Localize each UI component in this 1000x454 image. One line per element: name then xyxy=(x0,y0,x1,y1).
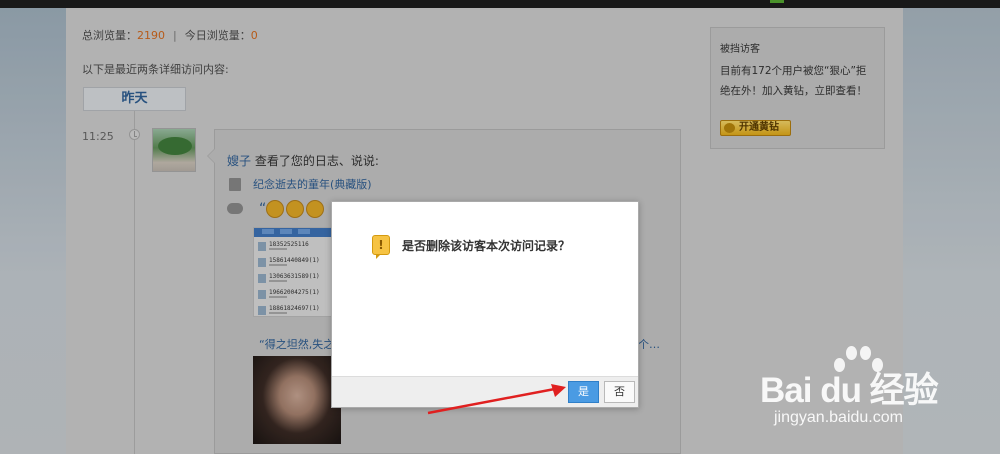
warning-icon: ! xyxy=(372,235,390,259)
confirm-no-button[interactable]: 否 xyxy=(604,381,635,403)
dialog-message: 是否删除该访客本次访问记录？ xyxy=(402,239,571,253)
annotation-arrow xyxy=(427,384,566,415)
baidu-jingyan-watermark: Bai du 经验 jingyan.baidu.com xyxy=(752,338,992,438)
watermark-url: jingyan.baidu.com xyxy=(774,409,903,426)
delete-confirm-dialog: ! 是否删除该访客本次访问记录？ 是 否 xyxy=(331,201,639,408)
watermark-main-text: Bai du 经验 xyxy=(760,371,939,410)
